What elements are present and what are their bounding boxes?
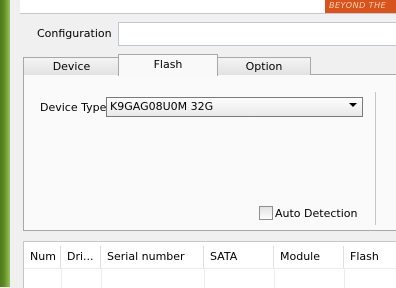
tab-device[interactable]: Device	[23, 57, 120, 75]
table-cell	[61, 269, 102, 288]
table-row[interactable]	[24, 269, 396, 288]
table-cell	[274, 269, 345, 288]
tab-flash[interactable]: Flash	[118, 54, 218, 76]
auto-detection-checkbox[interactable]	[259, 206, 273, 220]
table-cell	[204, 269, 275, 288]
group-divider	[375, 92, 376, 225]
auto-detection-label: Auto Detection	[275, 207, 358, 220]
table-cell	[101, 269, 205, 288]
device-table: Num Dri... Serial number SATA Module Fla…	[23, 241, 396, 288]
device-type-value: K9GAG08U0M 32G	[110, 100, 214, 113]
column-header-sata[interactable]: SATA	[204, 246, 274, 268]
chevron-down-icon	[349, 101, 357, 109]
logo-text: BEYOND THE	[329, 1, 387, 10]
configuration-label: Configuration	[37, 27, 112, 40]
column-header-serial-number[interactable]: Serial number	[101, 246, 204, 268]
column-header-drive[interactable]: Dri...	[61, 246, 101, 268]
column-header-flash[interactable]: Flash	[344, 246, 396, 268]
table-header: Num Dri... Serial number SATA Module Fla…	[24, 246, 396, 268]
tab-option[interactable]: Option	[217, 57, 311, 75]
column-header-num[interactable]: Num	[24, 246, 61, 268]
device-type-select[interactable]: K9GAG08U0M 32G	[106, 97, 363, 117]
device-type-label: Device Type	[40, 101, 107, 114]
configuration-input[interactable]	[118, 22, 396, 46]
window-edge	[0, 0, 10, 287]
table-cell	[24, 269, 62, 288]
brand-logo: BEYOND THE	[325, 0, 396, 13]
column-header-module[interactable]: Module	[274, 246, 344, 268]
